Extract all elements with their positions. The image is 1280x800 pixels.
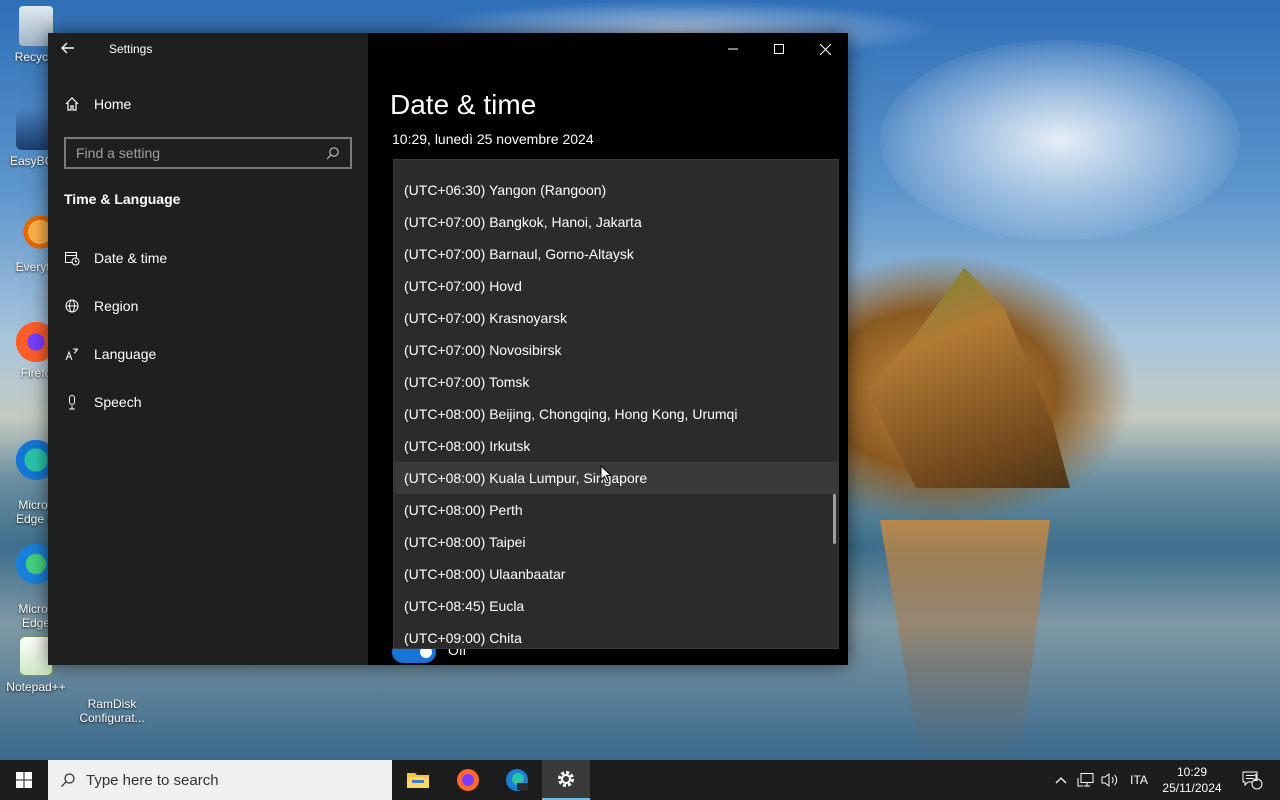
globe-icon (65, 299, 79, 313)
microphone-icon (69, 395, 75, 410)
notification-icon (1242, 771, 1263, 790)
taskbar-clock[interactable]: 10:29 25/11/2024 (1160, 764, 1224, 796)
timezone-option[interactable]: (UTC+07:00) Barnaul, Gorno-Altaysk (394, 238, 838, 270)
notification-count-badge: 1 (1253, 773, 1259, 784)
back-button[interactable] (60, 39, 82, 61)
scrollbar-thumb[interactable] (833, 494, 836, 544)
maximize-button[interactable] (756, 33, 802, 65)
timezone-option[interactable]: (UTC+08:00) Ulaanbaatar (394, 558, 838, 590)
clock-date: 25/11/2024 (1162, 781, 1222, 795)
sidebar-item-label: Home (94, 96, 132, 112)
firefox-icon (457, 769, 479, 791)
sidebar-item-language[interactable]: Language (48, 334, 368, 374)
timezone-option[interactable]: (UTC+07:00) Bangkok, Hanoi, Jakarta (394, 206, 838, 238)
minimize-button[interactable] (710, 33, 756, 65)
page-title: Date & time (390, 89, 537, 120)
sidebar-item-label: Speech (94, 394, 142, 410)
edge-dev-icon (506, 769, 528, 791)
taskbar-app-edge-dev[interactable] (493, 760, 541, 800)
mouse-cursor-icon (600, 465, 612, 483)
sidebar-item-label: Language (94, 346, 157, 362)
timezone-option[interactable]: (UTC+08:00) Irkutsk (394, 430, 838, 462)
calendar-clock-icon (65, 252, 80, 266)
tray-volume[interactable] (1098, 760, 1122, 800)
action-center-button[interactable]: 1 (1232, 760, 1272, 800)
taskbar-app-settings[interactable] (542, 760, 590, 800)
windows-logo-icon (16, 772, 32, 788)
timezone-option[interactable]: (UTC+07:00) Novosibirsk (394, 334, 838, 366)
chevron-up-icon (1055, 777, 1067, 784)
home-icon (65, 97, 79, 111)
section-title: Time & Language (64, 191, 181, 207)
sidebar-item-label: Date & time (94, 250, 168, 266)
taskbar-search-placeholder: Type here to search (86, 771, 219, 789)
network-icon (1077, 773, 1094, 787)
sidebar-item-home[interactable]: Home (64, 96, 131, 112)
search-icon[interactable] (326, 146, 340, 160)
current-datetime: 10:29, lunedì 25 novembre 2024 (392, 131, 594, 147)
timezone-option[interactable]: (UTC+08:00) Perth (394, 494, 838, 526)
list-item-partial (394, 160, 838, 174)
timezone-option[interactable]: (UTC+07:00) Hovd (394, 270, 838, 302)
search-icon (61, 773, 75, 787)
folder-icon (407, 773, 429, 788)
search-box[interactable] (64, 137, 352, 169)
clock-time: 10:29 (1176, 765, 1208, 779)
taskbar-app-file-explorer[interactable] (394, 760, 442, 800)
settings-sidebar: Settings Home Time & Language Date & tim… (48, 33, 368, 665)
timezone-option[interactable]: (UTC+08:00) Taipei (394, 526, 838, 558)
language-icon (65, 348, 78, 361)
timezone-option[interactable]: (UTC+06:30) Yangon (Rangoon) (394, 174, 838, 206)
tray-show-hidden-icons[interactable] (1050, 760, 1072, 800)
timezone-option-hovered[interactable]: (UTC+08:00) Kuala Lumpur, Singapore (394, 462, 838, 494)
timezone-dropdown-list[interactable]: (UTC+06:30) Yangon (Rangoon) (UTC+07:00)… (393, 159, 839, 649)
back-arrow-icon (61, 42, 74, 54)
sidebar-item-label: Region (94, 298, 139, 314)
timezone-option[interactable]: (UTC+09:00) Chita (394, 622, 838, 648)
desktop-icon-ramdisk[interactable]: RamDisk Configurat... (76, 660, 148, 739)
search-input[interactable] (76, 145, 316, 161)
close-button[interactable] (802, 33, 848, 65)
desktop-icon-label: RamDisk Configurat... (79, 697, 145, 725)
timezone-option[interactable]: (UTC+07:00) Tomsk (394, 366, 838, 398)
maximize-icon (774, 44, 784, 54)
gear-icon (558, 771, 574, 787)
taskbar: Type here to search ITA 10:29 25/11/2024… (0, 760, 1280, 800)
speaker-icon (1101, 773, 1118, 787)
timezone-option[interactable]: (UTC+08:45) Eucla (394, 590, 838, 622)
wallpaper-cloud (880, 40, 1240, 240)
tray-network[interactable] (1074, 760, 1098, 800)
start-button[interactable] (0, 760, 48, 800)
sidebar-item-speech[interactable]: Speech (48, 382, 368, 422)
timezone-option[interactable]: (UTC+08:00) Beijing, Chongqing, Hong Kon… (394, 398, 838, 430)
wallpaper-rock (867, 268, 1070, 488)
taskbar-app-firefox[interactable] (444, 760, 492, 800)
window-title: Settings (109, 42, 153, 56)
minimize-icon (728, 48, 738, 50)
sidebar-item-date-time[interactable]: Date & time (48, 238, 368, 278)
tray-input-language[interactable]: ITA (1124, 760, 1154, 800)
taskbar-search-box[interactable]: Type here to search (48, 760, 392, 800)
close-icon (819, 43, 831, 55)
timezone-option[interactable]: (UTC+07:00) Krasnoyarsk (394, 302, 838, 334)
desktop-icon-label: Notepad++ (6, 680, 66, 694)
sidebar-item-region[interactable]: Region (48, 286, 368, 326)
settings-window: Settings Home Time & Language Date & tim… (48, 33, 848, 665)
wallpaper-rock-reflection (880, 520, 1050, 760)
